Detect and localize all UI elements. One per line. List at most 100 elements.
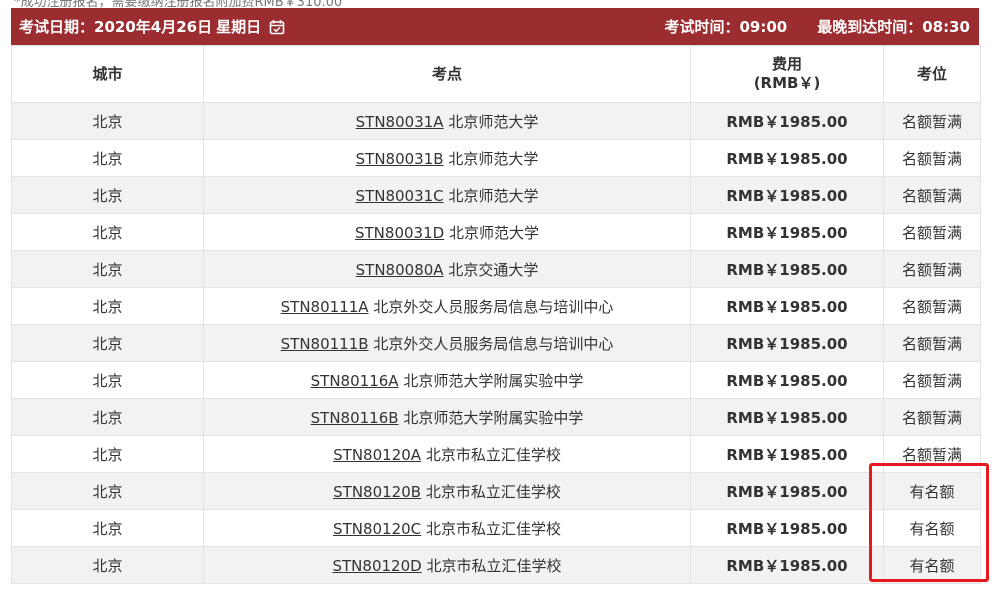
cell-city: 北京 — [11, 324, 204, 362]
cell-venue: STN80120D 北京市私立汇佳学校 — [203, 546, 691, 584]
cell-fee: RMB￥1985.00 — [690, 472, 884, 510]
table-row: 北京 STN80031B 北京师范大学 RMB￥1985.00 名额暂满 — [11, 139, 981, 177]
cell-city: 北京 — [11, 139, 204, 177]
table-row: 北京 STN80031D 北京师范大学 RMB￥1985.00 名额暂满 — [11, 213, 981, 251]
venue-name: 北京师范大学附属实验中学 — [403, 408, 584, 427]
exam-weekday: 星期日 — [216, 18, 262, 36]
cell-seat-status: 名额暂满 — [883, 176, 981, 214]
col-header-seat: 考位 — [883, 45, 981, 103]
venue-name: 北京市私立汇佳学校 — [425, 482, 561, 501]
col-header-venue: 考点 — [203, 45, 691, 103]
venue-name: 北京交通大学 — [448, 260, 539, 279]
cell-fee: RMB￥1985.00 — [690, 509, 884, 547]
venue-name: 北京师范大学附属实验中学 — [403, 371, 584, 390]
table-row: 北京 STN80116A 北京师范大学附属实验中学 RMB￥1985.00 名额暂满 — [11, 361, 981, 399]
cell-venue: STN80111A 北京外交人员服务局信息与培训中心 — [203, 287, 691, 325]
cell-city: 北京 — [11, 250, 204, 288]
cell-seat-status: 名额暂满 — [883, 398, 981, 436]
venue-name: 北京师范大学 — [448, 223, 539, 242]
cell-city: 北京 — [11, 546, 204, 584]
notice-text: *成功注册报名，需要缴纳注册报名附加费RMB￥310.00 — [14, 0, 343, 8]
table-row: 北京 STN80111B 北京外交人员服务局信息与培训中心 RMB￥1985.00 名… — [11, 324, 981, 362]
cell-city: 北京 — [11, 361, 204, 399]
cell-city: 北京 — [11, 435, 204, 473]
cell-fee: RMB￥1985.00 — [690, 102, 884, 140]
cell-venue: STN80031B 北京师范大学 — [203, 139, 691, 177]
cell-fee: RMB￥1985.00 — [690, 139, 884, 177]
table-row: 北京 STN80111A 北京外交人员服务局信息与培训中心 RMB￥1985.00 名… — [11, 287, 981, 325]
venue-code-link[interactable]: STN80120D — [333, 557, 422, 575]
table-row: 北京 STN80120D 北京市私立汇佳学校 RMB￥1985.00 有名额 — [11, 546, 981, 584]
venue-code-link[interactable]: STN80031B — [356, 150, 444, 168]
exam-time-value: 09:00 — [739, 17, 788, 36]
exam-date-label: 考试日期： — [19, 18, 95, 36]
table-row: 北京 STN80031C 北京师范大学 RMB￥1985.00 名额暂满 — [11, 176, 981, 214]
cell-venue: STN80031D 北京师范大学 — [203, 213, 691, 251]
exam-date-value: 2020年4月26日 — [94, 18, 213, 36]
cell-seat-status: 名额暂满 — [883, 139, 981, 177]
cell-fee: RMB￥1985.00 — [690, 361, 884, 399]
cell-fee: RMB￥1985.00 — [690, 213, 884, 251]
cell-venue: STN80120B 北京市私立汇佳学校 — [203, 472, 691, 510]
col-header-fee-line1: 费用 — [771, 55, 802, 73]
exam-date-header: 考试日期： 2020年4月26日 星期日 考试时间： 09:00 最晚到达时间：… — [11, 8, 979, 45]
cell-seat-status: 名额暂满 — [883, 213, 981, 251]
col-header-city: 城市 — [11, 45, 204, 103]
table-row: 北京 STN80031A 北京师范大学 RMB￥1985.00 名额暂满 — [11, 102, 981, 140]
table-row: 北京 STN80116B 北京师范大学附属实验中学 RMB￥1985.00 名额暂满 — [11, 398, 981, 436]
venue-code-link[interactable]: STN80120C — [333, 520, 421, 538]
cell-fee: RMB￥1985.00 — [690, 398, 884, 436]
cell-city: 北京 — [11, 213, 204, 251]
cell-city: 北京 — [11, 287, 204, 325]
venue-code-link[interactable]: STN80116B — [311, 409, 399, 427]
cell-fee: RMB￥1985.00 — [690, 250, 884, 288]
test-center-table: 城市 考点 费用 (RMB￥) 考位 北京 STN80031A 北京师范大学 RMB… — [11, 45, 981, 584]
cell-seat-status: 名额暂满 — [883, 287, 981, 325]
cell-fee: RMB￥1985.00 — [690, 176, 884, 214]
cell-city: 北京 — [11, 102, 204, 140]
venue-code-link[interactable]: STN80080A — [356, 261, 444, 279]
exam-date-group: 考试日期： 2020年4月26日 星期日 — [19, 16, 285, 37]
latest-arrival-value: 08:30 — [922, 17, 970, 36]
cell-fee: RMB￥1985.00 — [690, 324, 884, 362]
exam-time-label: 考试时间： — [664, 18, 740, 36]
venue-name: 北京市私立汇佳学校 — [425, 445, 561, 464]
latest-arrival-label: 最晚到达时间： — [817, 18, 923, 36]
venue-code-link[interactable]: STN80116A — [311, 372, 399, 390]
cell-seat-status: 名额暂满 — [883, 324, 981, 362]
venue-name: 北京师范大学 — [448, 149, 539, 168]
cell-venue: STN80031A 北京师范大学 — [203, 102, 691, 140]
cell-city: 北京 — [11, 398, 204, 436]
table-body: 北京 STN80031A 北京师范大学 RMB￥1985.00 名额暂满 北京 STN80… — [11, 102, 981, 584]
cell-seat-status: 有名额 — [883, 472, 981, 510]
cell-seat-status: 名额暂满 — [883, 102, 981, 140]
table-row: 北京 STN80120C 北京市私立汇佳学校 RMB￥1985.00 有名额 — [11, 509, 981, 547]
venue-code-link[interactable]: STN80111B — [281, 335, 369, 353]
cell-seat-status: 名额暂满 — [883, 435, 981, 473]
venue-name: 北京市私立汇佳学校 — [426, 556, 562, 575]
venue-code-link[interactable]: STN80031D — [355, 224, 444, 242]
col-header-fee-line2: (RMB￥) — [753, 74, 821, 92]
calendar-check-icon — [269, 19, 285, 35]
cell-seat-status: 有名额 — [883, 546, 981, 584]
notice-cut-text: *成功注册报名，需要缴纳注册报名附加费RMB￥310.00 — [0, 0, 1002, 8]
cell-city: 北京 — [11, 472, 204, 510]
table-row: 北京 STN80080A 北京交通大学 RMB￥1985.00 名额暂满 — [11, 250, 981, 288]
cell-fee: RMB￥1985.00 — [690, 546, 884, 584]
cell-fee: RMB￥1985.00 — [690, 435, 884, 473]
table-row: 北京 STN80120B 北京市私立汇佳学校 RMB￥1985.00 有名额 — [11, 472, 981, 510]
cell-venue: STN80031C 北京师范大学 — [203, 176, 691, 214]
exam-session-page: *成功注册报名，需要缴纳注册报名附加费RMB￥310.00 考试日期： 2020… — [0, 0, 1002, 590]
venue-name: 北京师范大学 — [448, 112, 539, 131]
exam-time-group: 考试时间： 09:00 最晚到达时间： 08:30 — [664, 16, 970, 37]
venue-name: 北京师范大学 — [448, 186, 539, 205]
venue-code-link[interactable]: STN80031A — [356, 113, 444, 131]
cell-seat-status: 名额暂满 — [883, 361, 981, 399]
cell-venue: STN80111B 北京外交人员服务局信息与培训中心 — [203, 324, 691, 362]
venue-code-link[interactable]: STN80120A — [333, 446, 421, 464]
venue-name: 北京市私立汇佳学校 — [425, 519, 561, 538]
venue-code-link[interactable]: STN80111A — [281, 298, 369, 316]
cell-city: 北京 — [11, 509, 204, 547]
venue-code-link[interactable]: STN80031C — [356, 187, 444, 205]
venue-code-link[interactable]: STN80120B — [333, 483, 421, 501]
